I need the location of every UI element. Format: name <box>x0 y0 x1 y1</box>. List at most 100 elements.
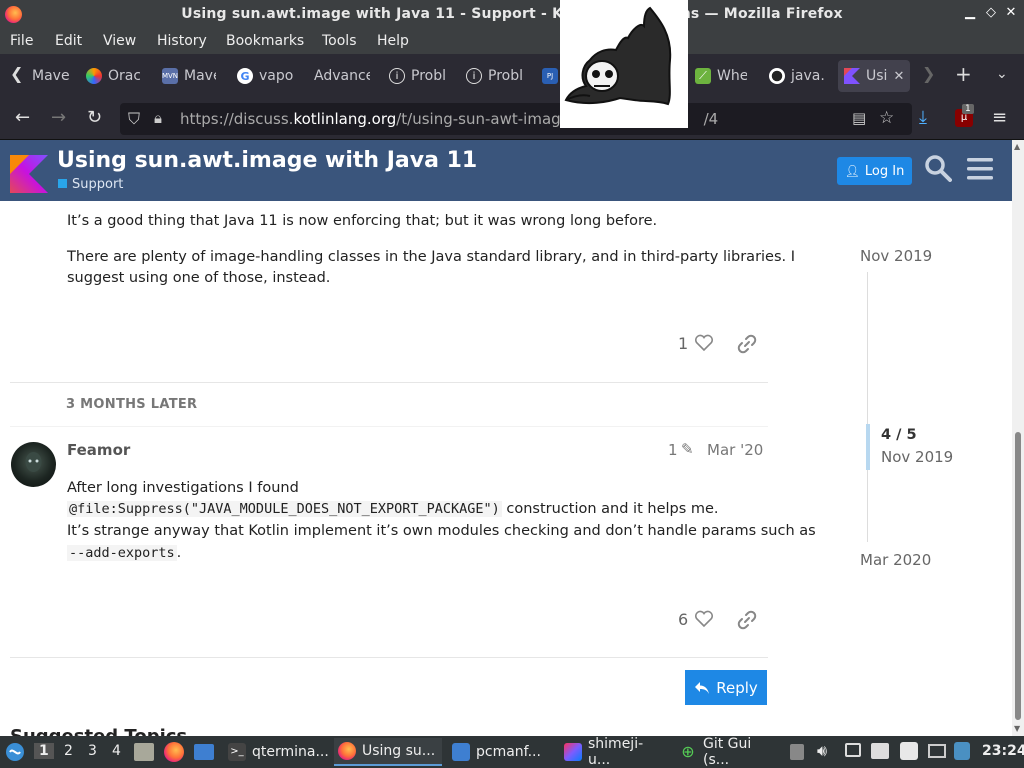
inline-code: --add-exports <box>67 545 177 561</box>
task-intellij[interactable]: shimeji-u... <box>560 736 668 768</box>
tab-3[interactable]: MVN Mave <box>162 60 216 92</box>
tab-6[interactable]: i Probl <box>389 60 445 92</box>
task-firefox[interactable]: Using su... <box>334 738 442 766</box>
timeline-track[interactable] <box>867 272 868 542</box>
hamburger-menu-icon[interactable]: ≡ <box>992 107 1007 128</box>
login-button[interactable]: 👤︎ Log In <box>837 157 912 185</box>
network-icon[interactable] <box>928 744 946 758</box>
start-menu-icon[interactable] <box>5 742 25 762</box>
display-icon[interactable] <box>871 743 889 759</box>
pencil-icon[interactable]: ✎ <box>681 440 694 458</box>
tab-label: Mave <box>184 68 216 84</box>
reply-icon <box>695 681 710 694</box>
category-label: Support <box>72 177 124 192</box>
timeline-start-date[interactable]: Nov 2019 <box>860 247 932 265</box>
shimeji-creature-image <box>564 6 672 106</box>
scrollbar-thumb[interactable] <box>1015 432 1021 720</box>
category-badge[interactable]: Support <box>58 177 123 192</box>
url-prefix: https://discuss. <box>180 110 294 128</box>
link-icon[interactable] <box>737 610 757 630</box>
workspace-2[interactable]: 2 <box>64 743 73 759</box>
post-text: It’s a good thing that Java 11 is now en… <box>67 213 658 229</box>
search-icon[interactable] <box>924 154 952 182</box>
maximize-icon[interactable]: ◇ <box>983 5 999 20</box>
post-date[interactable]: Mar '20 <box>707 441 763 459</box>
clock[interactable]: 23:24 <box>982 743 1024 759</box>
lock-icon[interactable]: 🔒︎ <box>154 109 162 127</box>
shimeji-mascot[interactable] <box>560 0 688 128</box>
volume-icon[interactable]: 🔊︎ <box>817 741 827 761</box>
window-title: Using sun.awt.image with Java 11 - Suppo… <box>181 6 843 22</box>
tabs-scroll-right-icon[interactable]: ❯ <box>922 64 935 83</box>
list-all-tabs-icon[interactable]: ⌄ <box>996 66 1008 82</box>
post-separator <box>10 657 768 658</box>
minimize-icon[interactable]: ▁ <box>962 5 978 20</box>
menu-file[interactable]: File <box>10 33 33 49</box>
post-text: After long investigations I found <box>67 480 299 496</box>
kotlin-logo[interactable] <box>10 155 48 193</box>
menu-edit[interactable]: Edit <box>55 33 82 49</box>
timeline-end-date[interactable]: Mar 2020 <box>860 551 931 569</box>
heart-icon[interactable] <box>694 334 714 352</box>
tab-2[interactable]: Orac <box>86 60 140 92</box>
bluetooth-icon[interactable] <box>954 742 970 760</box>
hamburger-icon[interactable] <box>966 156 994 182</box>
notes-icon[interactable] <box>900 742 918 760</box>
tab-label: Probl <box>411 68 445 84</box>
menu-view[interactable]: View <box>103 33 136 49</box>
tab-4[interactable]: Gvapo <box>237 60 293 92</box>
tab-8[interactable]: ⟋ Whe <box>695 60 747 92</box>
tab-1[interactable]: Mave <box>32 60 72 92</box>
tab-strip: ❮ Mave Orac MVN Mave Gvapo Advance i Probl… <box>0 54 1024 98</box>
workspace-4[interactable]: 4 <box>112 743 121 759</box>
tab-9[interactable]: java. <box>769 60 825 92</box>
reply-button[interactable]: Reply <box>685 670 767 705</box>
menu-tools[interactable]: Tools <box>322 33 357 49</box>
avatar[interactable] <box>11 442 56 487</box>
inline-code: @file:Suppress("JAVA_MODULE_DOES_NOT_EXP… <box>67 501 502 517</box>
workspace-1[interactable]: 1 <box>34 743 54 759</box>
category-color-swatch <box>58 179 67 188</box>
heart-icon[interactable] <box>694 610 714 628</box>
tab-close-icon[interactable]: ✕ <box>893 69 904 84</box>
tab-active[interactable]: Usi ✕ <box>838 60 910 92</box>
downloads-icon[interactable]: ⤓ <box>919 107 927 128</box>
bookmark-star-icon[interactable]: ☆ <box>879 108 894 128</box>
menu-bookmarks[interactable]: Bookmarks <box>226 33 304 49</box>
post-author[interactable]: Feamor <box>67 441 130 459</box>
task-git-gui[interactable]: ⊕ Git Gui (s... <box>675 736 783 768</box>
eject-icon[interactable] <box>790 744 804 760</box>
menu-help[interactable]: Help <box>377 33 409 49</box>
timeline-handle[interactable] <box>866 424 870 470</box>
shield-icon[interactable]: ⛉ <box>128 109 140 129</box>
task-pcmanfm[interactable]: pcmanf... <box>448 738 556 766</box>
tab-7[interactable]: i Probl <box>466 60 522 92</box>
url-path: /t/using-sun-awt-image-w <box>396 110 588 128</box>
menu-history[interactable]: History <box>157 33 207 49</box>
tab-partial[interactable]: PJ <box>542 60 560 92</box>
file-manager-launcher-icon[interactable] <box>134 743 154 761</box>
tabs-scroll-left-icon[interactable]: ❮ <box>10 64 23 83</box>
url-bar[interactable]: ⛉ 🔒︎ https://discuss.kotlinlang.org/t/us… <box>120 103 912 135</box>
scroll-down-arrow-icon[interactable]: ▼ <box>1014 724 1020 733</box>
task-qterminal[interactable]: >_ qtermina... <box>224 738 332 766</box>
back-icon[interactable]: ← <box>15 107 30 128</box>
link-icon[interactable] <box>737 334 757 354</box>
workspace-3[interactable]: 3 <box>88 743 97 759</box>
user-icon: 👤︎ <box>844 164 860 178</box>
tab-5[interactable]: Advance <box>314 60 370 92</box>
firefox-launcher-icon[interactable] <box>164 742 184 762</box>
reader-view-icon[interactable]: ▤ <box>852 109 866 127</box>
close-icon[interactable]: ✕ <box>1003 5 1019 20</box>
post-text: There are plenty of image-handling class… <box>67 249 796 265</box>
forward-icon[interactable]: → <box>51 107 66 128</box>
new-tab-icon[interactable]: + <box>955 62 972 86</box>
page-scrollbar[interactable]: ▲ ▼ <box>1012 140 1024 736</box>
task-label: pcmanf... <box>476 744 541 760</box>
clipboard-icon[interactable] <box>845 743 861 757</box>
reload-icon[interactable]: ↻ <box>87 107 102 128</box>
desktop-launcher-icon[interactable] <box>194 744 214 760</box>
topic-title[interactable]: Using sun.awt.image with Java 11 <box>57 148 477 173</box>
scroll-up-arrow-icon[interactable]: ▲ <box>1014 142 1020 151</box>
taskbar: 1 2 3 4 >_ qtermina... Using su... pcmanf… <box>0 736 1024 768</box>
